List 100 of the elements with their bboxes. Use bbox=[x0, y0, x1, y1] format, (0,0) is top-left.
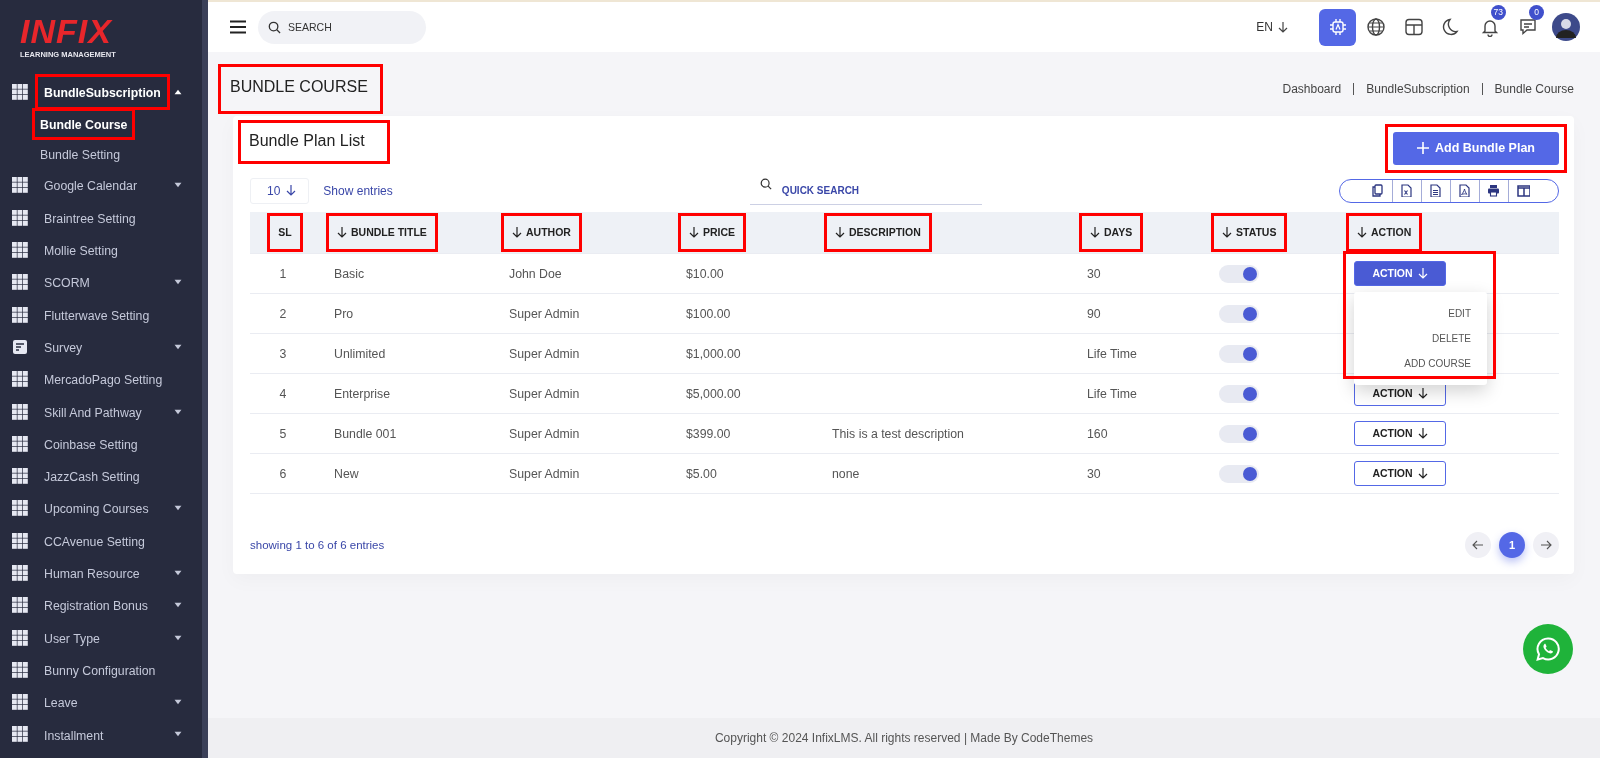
phone-bubble-icon bbox=[1535, 636, 1561, 662]
sidebar-item[interactable]: Flutterwave Setting bbox=[44, 306, 150, 326]
action-dropdown-button[interactable]: ACTION bbox=[1354, 261, 1446, 287]
table-cell-text: 30 bbox=[1087, 266, 1101, 281]
card-title: Bundle Plan List bbox=[249, 132, 365, 149]
chat-bubble-button[interactable] bbox=[1523, 624, 1573, 674]
sidebar-subitem[interactable]: Bundle Setting bbox=[40, 146, 120, 165]
grid-icon bbox=[12, 661, 28, 678]
table-cell-text: Super Admin bbox=[509, 346, 580, 361]
sidebar-item[interactable]: JazzCash Setting bbox=[44, 468, 140, 487]
status-toggle[interactable] bbox=[1219, 384, 1259, 403]
action-dropdown-button[interactable]: ACTION bbox=[1354, 421, 1446, 447]
previous-page-button[interactable] bbox=[1465, 532, 1491, 559]
entries-info: showing 1 to 6 of 6 entries bbox=[250, 537, 385, 553]
breadcrumb-link[interactable]: BundleSubscription bbox=[1366, 80, 1470, 98]
sidebar-item[interactable]: Human Resource bbox=[44, 565, 140, 584]
sidebar-item[interactable]: Leave bbox=[44, 694, 78, 713]
sidebar-item[interactable]: CCAvenue Setting bbox=[44, 532, 145, 552]
table-cell-text: 30 bbox=[1087, 466, 1101, 481]
language-selector[interactable]: EN bbox=[1256, 18, 1288, 36]
table-cell-text: $399.00 bbox=[686, 426, 731, 441]
page-button[interactable]: 1 bbox=[1499, 532, 1525, 559]
menu-item[interactable]: EDIT bbox=[1354, 301, 1487, 327]
table-cell-text: This is a test description bbox=[832, 426, 964, 441]
grid-icon bbox=[12, 597, 28, 614]
layout-icon bbox=[1403, 17, 1424, 37]
table-cell-text: 5 bbox=[279, 426, 287, 441]
arrow-down-icon bbox=[835, 227, 845, 238]
sidebar-item[interactable]: MercadoPago Setting bbox=[44, 371, 163, 390]
grid-icon bbox=[12, 468, 28, 485]
search-icon bbox=[759, 177, 772, 190]
table-cell-text: Life Time bbox=[1087, 386, 1137, 401]
table-cell-text: $10.00 bbox=[686, 266, 724, 281]
table-cell-text: Life Time bbox=[1087, 346, 1137, 361]
arrow-down-icon bbox=[1417, 468, 1428, 480]
arrow-down-icon bbox=[1357, 227, 1367, 238]
grid-icon bbox=[12, 177, 28, 194]
sidebar-item[interactable]: Registration Bonus bbox=[44, 597, 148, 616]
table-cell-text: $100.00 bbox=[686, 306, 731, 321]
search-icon bbox=[268, 20, 281, 34]
search-field[interactable]: SEARCH bbox=[258, 10, 426, 44]
sidebar-item[interactable]: Mollie Setting bbox=[44, 242, 118, 261]
action-dropdown-button[interactable]: ACTION bbox=[1354, 461, 1446, 487]
status-toggle[interactable] bbox=[1219, 464, 1259, 483]
sidebar-item[interactable]: Skill And Pathway bbox=[44, 403, 142, 422]
page-length-select[interactable]: 10 bbox=[250, 177, 310, 204]
status-toggle[interactable] bbox=[1219, 424, 1259, 443]
table-cell-text: $5.00 bbox=[686, 466, 717, 481]
menu-icon[interactable] bbox=[230, 20, 246, 34]
table-cell-text: John Doe bbox=[509, 266, 562, 281]
menu-item[interactable]: DELETE bbox=[1354, 326, 1487, 352]
status-toggle[interactable] bbox=[1219, 264, 1259, 283]
grid-icon bbox=[12, 209, 28, 226]
sidebar-item[interactable]: Braintree Setting bbox=[44, 209, 136, 229]
form-icon bbox=[12, 338, 28, 355]
grid-icon bbox=[12, 274, 28, 291]
grid-icon bbox=[12, 371, 28, 388]
breadcrumb-link[interactable]: Dashboard bbox=[1282, 80, 1342, 98]
sidebar-item[interactable]: Installment bbox=[44, 726, 104, 745]
table-cell-text: 160 bbox=[1087, 426, 1108, 441]
grid-icon bbox=[12, 532, 28, 549]
arrow-down-icon bbox=[689, 227, 699, 238]
page-title: BUNDLE COURSE bbox=[230, 77, 368, 97]
table-cell-text: 4 bbox=[279, 386, 287, 401]
arrow-down-icon bbox=[1417, 428, 1428, 440]
next-page-button[interactable] bbox=[1533, 532, 1559, 559]
sidebar-item[interactable]: Bunny Configuration bbox=[44, 661, 156, 681]
table-cell-text: Bundle 001 bbox=[334, 426, 397, 441]
globe-icon bbox=[1365, 17, 1386, 37]
table-cell-text: Super Admin bbox=[509, 386, 580, 401]
table-cell-text: New bbox=[334, 466, 359, 481]
grid-icon bbox=[12, 629, 28, 646]
sidebar-item[interactable]: SCORM bbox=[44, 274, 90, 293]
table-cell-text: none bbox=[832, 466, 860, 481]
sidebar-item[interactable]: User Type bbox=[44, 629, 100, 649]
sidebar-item[interactable]: Upcoming Courses bbox=[44, 500, 149, 519]
sidebar-item[interactable]: Survey bbox=[44, 338, 83, 358]
pdf-file-icon bbox=[1458, 184, 1472, 198]
arrow-down-icon bbox=[1090, 227, 1100, 238]
table-cell-text: $5,000.00 bbox=[686, 386, 741, 401]
sidebar-item[interactable]: BundleSubscription bbox=[44, 84, 161, 103]
chip-button[interactable] bbox=[1319, 8, 1356, 46]
status-toggle[interactable] bbox=[1219, 304, 1259, 323]
menu-item[interactable]: ADD COURSE bbox=[1354, 351, 1487, 377]
grid-icon bbox=[12, 242, 28, 259]
breadcrumb-link[interactable]: Bundle Course bbox=[1494, 80, 1574, 98]
arrow-down-icon bbox=[286, 185, 297, 197]
arrow-down-icon bbox=[1222, 227, 1232, 238]
document-icon bbox=[1429, 184, 1443, 198]
status-toggle[interactable] bbox=[1219, 344, 1259, 363]
arrow-down-icon bbox=[1417, 388, 1428, 400]
sidebar-subitem[interactable]: Bundle Course bbox=[40, 115, 128, 134]
grid-icon bbox=[12, 84, 28, 101]
avatar[interactable] bbox=[1552, 13, 1580, 41]
sidebar-item[interactable]: Google Calendar bbox=[44, 177, 137, 196]
sidebar-item[interactable]: Coinbase Setting bbox=[44, 435, 138, 455]
columns-icon bbox=[1517, 184, 1530, 198]
table-cell-text: Super Admin bbox=[509, 426, 580, 441]
plus-icon bbox=[1417, 142, 1429, 155]
add-bundle-plan-button[interactable]: Add Bundle Plan bbox=[1393, 132, 1559, 165]
